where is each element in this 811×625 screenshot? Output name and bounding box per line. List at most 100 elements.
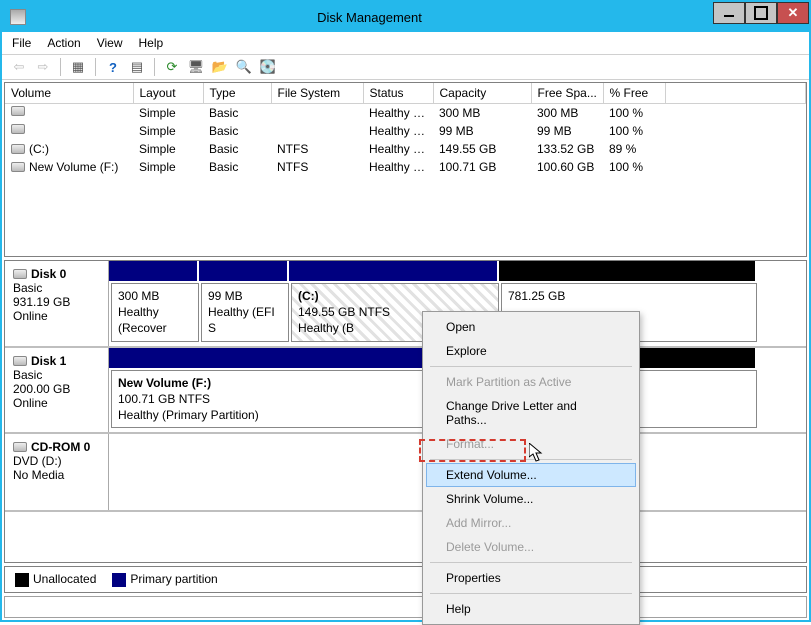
vol-free: 300 MB	[531, 104, 603, 123]
table-header-row: Volume Layout Type File System Status Ca…	[5, 83, 806, 104]
maximize-button[interactable]	[745, 2, 777, 24]
vol-free: 99 MB	[531, 122, 603, 140]
list-icon[interactable]: ▤	[128, 58, 146, 76]
menubar: File Action View Help	[2, 32, 809, 55]
menu-view[interactable]: View	[97, 36, 123, 50]
disk-row: CD-ROM 0 DVD (D:) No Media	[5, 434, 806, 512]
help-icon[interactable]: ?	[104, 58, 122, 76]
disk-state: No Media	[13, 468, 100, 482]
col-status[interactable]: Status	[363, 83, 433, 104]
search-icon[interactable]: 🔍	[235, 58, 253, 76]
col-layout[interactable]: Layout	[133, 83, 203, 104]
partition-status: Healthy (EFI S	[208, 304, 282, 336]
vol-layout: Simple	[133, 122, 203, 140]
disk-icon[interactable]: 💽	[259, 58, 277, 76]
partition-size: 300 MB	[118, 288, 192, 304]
disk-icon	[13, 356, 27, 366]
vol-free: 133.52 GB	[531, 140, 603, 158]
ctx-item-explore[interactable]: Explore	[426, 339, 636, 363]
partition-size: 781.25 GB	[508, 288, 750, 304]
close-button[interactable]	[777, 2, 809, 24]
legend-swatch-unallocated	[15, 573, 29, 587]
vol-pct: 89 %	[603, 140, 665, 158]
disk-type: Basic	[13, 281, 100, 295]
vol-fs	[271, 104, 363, 123]
col-volume[interactable]: Volume	[5, 83, 133, 104]
vol-status: Healthy (R...	[363, 104, 433, 123]
menu-help[interactable]: Help	[139, 36, 164, 50]
table-row[interactable]: (C:) Simple Basic NTFS Healthy (B... 149…	[5, 140, 806, 158]
disk-state: Online	[13, 396, 100, 410]
ctx-item-extend-volume[interactable]: Extend Volume...	[426, 463, 636, 487]
disk-type: Basic	[13, 368, 100, 382]
titlebar: Disk Management	[2, 2, 809, 32]
disk-label: Disk 0 Basic 931.19 GB Online	[5, 261, 109, 346]
disk-label: CD-ROM 0 DVD (D:) No Media	[5, 434, 109, 510]
vol-cap: 300 MB	[433, 104, 531, 123]
ctx-item-format: Format...	[426, 432, 636, 456]
partition-size: 99 MB	[208, 288, 282, 304]
col-type[interactable]: Type	[203, 83, 271, 104]
vol-cap: 149.55 GB	[433, 140, 531, 158]
drive-icon	[11, 144, 25, 154]
disk-type: DVD (D:)	[13, 454, 100, 468]
col-pctfree[interactable]: % Free	[603, 83, 665, 104]
table-row[interactable]: Simple Basic Healthy (R... 300 MB 300 MB…	[5, 104, 806, 123]
grid-icon[interactable]: ▦	[69, 58, 87, 76]
menu-action[interactable]: Action	[47, 36, 80, 50]
back-icon: ⇦	[10, 58, 28, 76]
statusbar	[4, 596, 807, 618]
vol-status: Healthy (P...	[363, 158, 433, 176]
refresh-icon[interactable]: ⟳	[163, 58, 181, 76]
legend-swatch-primary	[112, 573, 126, 587]
disk-state: Online	[13, 309, 100, 323]
legend-label: Unallocated	[33, 572, 96, 586]
partition[interactable]: 99 MBHealthy (EFI S	[201, 283, 289, 342]
computer-icon[interactable]: 🖥	[187, 58, 205, 76]
forward-icon: ⇨	[34, 58, 52, 76]
partition[interactable]: 300 MBHealthy (Recover	[111, 283, 199, 342]
vol-free: 100.60 GB	[531, 158, 603, 176]
table-row[interactable]: Simple Basic Healthy (E... 99 MB 99 MB 1…	[5, 122, 806, 140]
disk-label: Disk 1 Basic 200.00 GB Online	[5, 348, 109, 433]
ctx-item-shrink-volume[interactable]: Shrink Volume...	[426, 487, 636, 511]
menu-file[interactable]: File	[12, 36, 31, 50]
table-row[interactable]: New Volume (F:) Simple Basic NTFS Health…	[5, 158, 806, 176]
ctx-item-open[interactable]: Open	[426, 315, 636, 339]
disk-name: CD-ROM 0	[31, 440, 90, 454]
vol-type: Basic	[203, 122, 271, 140]
vol-layout: Simple	[133, 140, 203, 158]
vol-cap: 100.71 GB	[433, 158, 531, 176]
disk-icon	[13, 269, 27, 279]
disk-size: 931.19 GB	[13, 295, 100, 309]
vol-status: Healthy (E...	[363, 122, 433, 140]
col-free[interactable]: Free Spa...	[531, 83, 603, 104]
window-title: Disk Management	[26, 10, 713, 25]
open-icon[interactable]: 📂	[211, 58, 229, 76]
minimize-button[interactable]	[713, 2, 745, 24]
vol-pct: 100 %	[603, 122, 665, 140]
ctx-item-change-drive-letter-and-paths[interactable]: Change Drive Letter and Paths...	[426, 394, 636, 432]
volume-table: Volume Layout Type File System Status Ca…	[5, 83, 806, 176]
vol-name: (C:)	[29, 142, 49, 156]
vol-layout: Simple	[133, 158, 203, 176]
vol-pct: 100 %	[603, 104, 665, 123]
app-icon	[10, 9, 26, 25]
disk-name: Disk 1	[31, 354, 66, 368]
col-filesystem[interactable]: File System	[271, 83, 363, 104]
vol-type: Basic	[203, 140, 271, 158]
col-capacity[interactable]: Capacity	[433, 83, 531, 104]
disk-icon	[13, 442, 27, 452]
vol-fs	[271, 122, 363, 140]
drive-icon	[11, 106, 25, 116]
ctx-item-help[interactable]: Help	[426, 597, 636, 621]
disk-row: Disk 1 Basic 200.00 GB OnlineNew Volume …	[5, 348, 806, 435]
partition-title: (C:)	[298, 288, 492, 304]
vol-status: Healthy (B...	[363, 140, 433, 158]
disk-map-pane: Disk 0 Basic 931.19 GB Online300 MBHealt…	[4, 260, 807, 563]
col-spacer	[665, 83, 806, 104]
vol-layout: Simple	[133, 104, 203, 123]
vol-fs: NTFS	[271, 140, 363, 158]
ctx-item-properties[interactable]: Properties	[426, 566, 636, 590]
ctx-item-mark-partition-as-active: Mark Partition as Active	[426, 370, 636, 394]
